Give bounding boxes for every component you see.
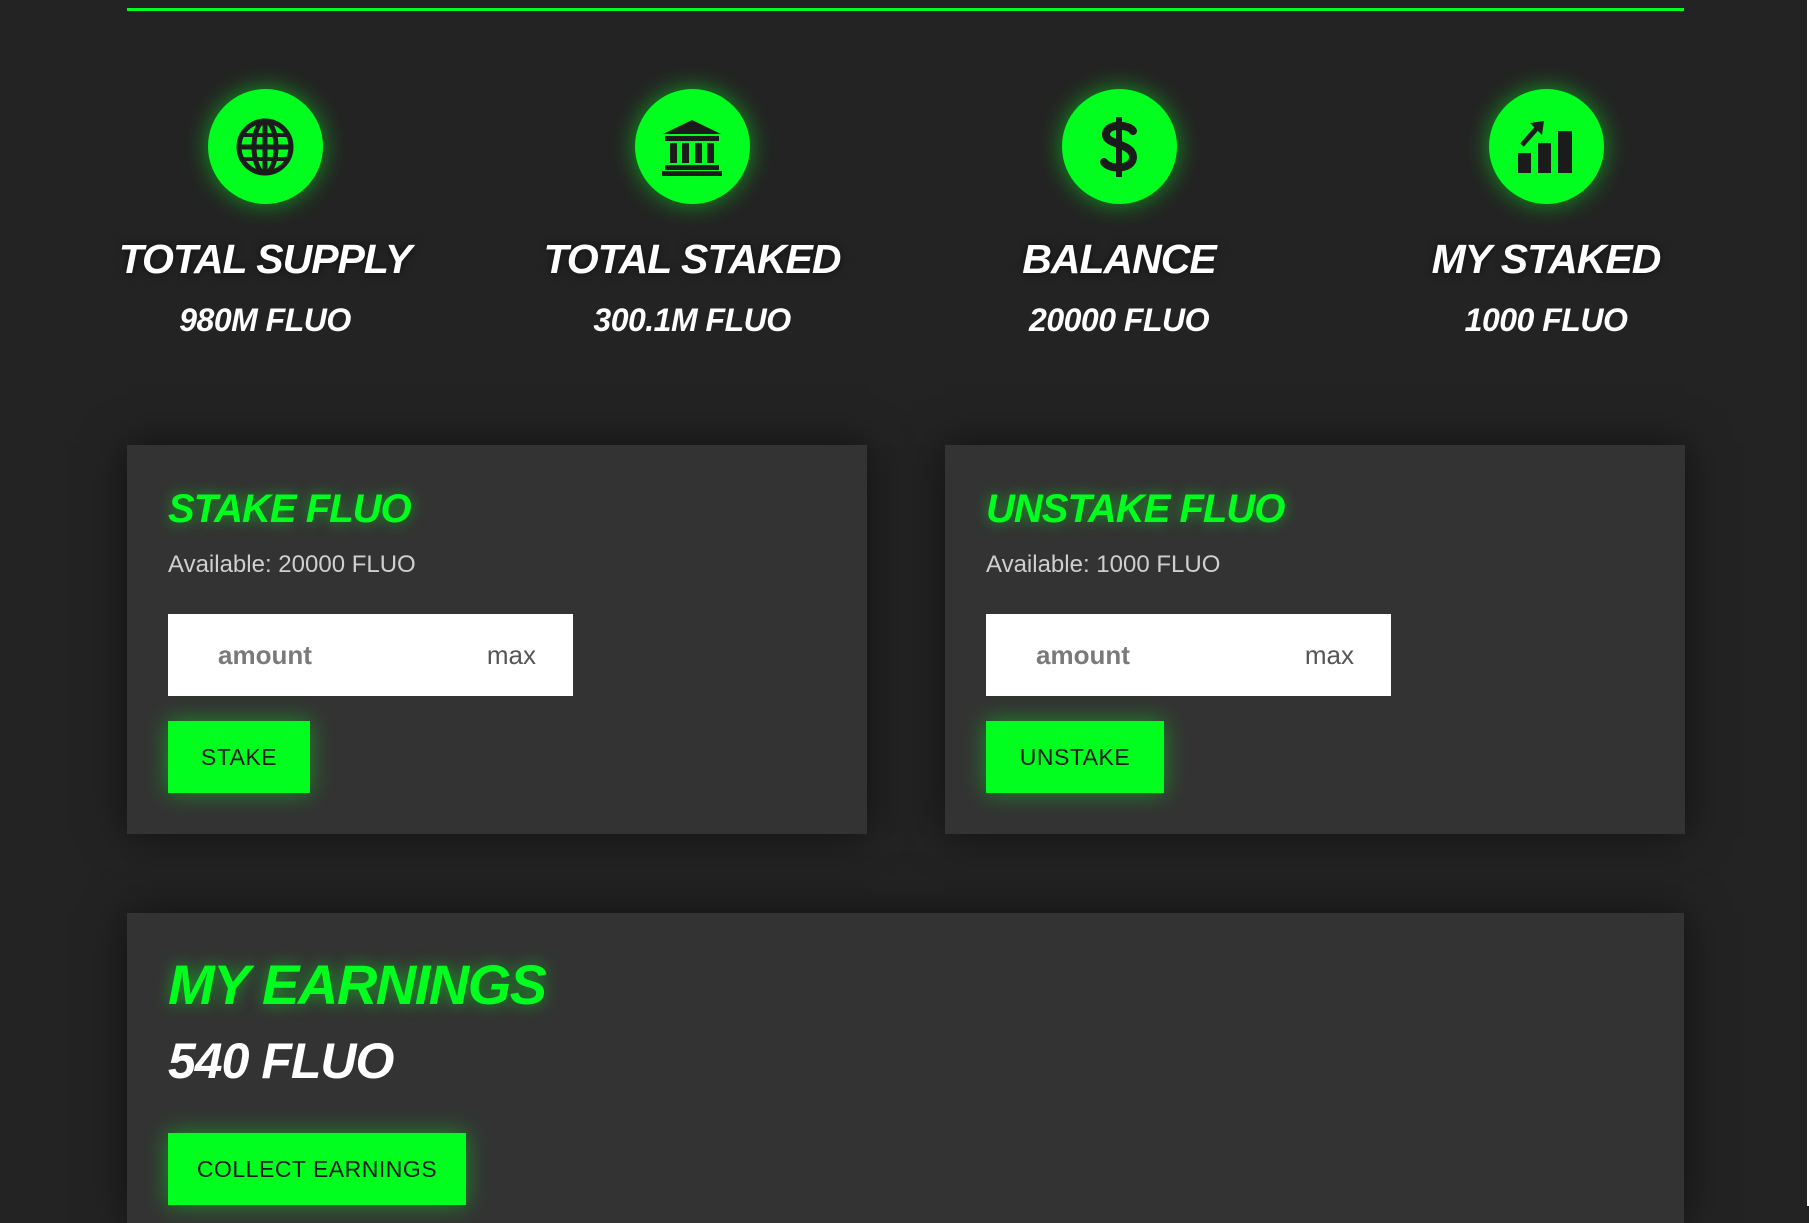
stat-value: 1000 FLUO — [1464, 302, 1628, 338]
stat-total-supply: TOTAL SUPPLY 980M FLUO — [85, 89, 445, 336]
collect-earnings-button[interactable]: COLLECT EARNINGS — [168, 1133, 466, 1205]
stat-label: BALANCE — [1022, 236, 1216, 282]
unstake-amount-input[interactable] — [1036, 639, 1276, 671]
stake-available: Available: 20000 FLUO — [168, 551, 416, 578]
stat-label: TOTAL STAKED — [543, 236, 841, 282]
unstake-amount-field: max — [986, 614, 1391, 696]
stat-balance: BALANCE 20000 FLUO — [939, 89, 1299, 336]
stat-label: TOTAL SUPPLY — [118, 236, 413, 282]
earnings-panel: MY EARNINGS 540 FLUO COLLECT EARNINGS — [127, 913, 1684, 1223]
header-divider — [127, 8, 1684, 11]
stake-panel: STAKE FLUO Available: 20000 FLUO max STA… — [127, 445, 867, 834]
unstake-available: Available: 1000 FLUO — [986, 551, 1221, 578]
chart-icon — [1488, 89, 1604, 204]
stake-title: STAKE FLUO — [168, 487, 412, 531]
stat-value: 300.1M FLUO — [593, 302, 791, 338]
stake-max-button[interactable]: max — [487, 614, 536, 696]
stat-label: MY STAKED — [1431, 236, 1662, 282]
stat-my-staked: MY STAKED 1000 FLUO — [1366, 89, 1726, 336]
unstake-title: UNSTAKE FLUO — [986, 487, 1285, 531]
bank-icon — [634, 89, 750, 204]
stake-amount-field: max — [168, 614, 573, 696]
stat-total-staked: TOTAL STAKED 300.1M FLUO — [512, 89, 872, 336]
earnings-title: MY EARNINGS — [168, 953, 547, 1016]
unstake-max-button[interactable]: max — [1305, 614, 1354, 696]
stat-value: 980M FLUO — [179, 302, 351, 338]
unstake-button[interactable]: UNSTAKE — [986, 721, 1164, 793]
stake-button[interactable]: STAKE — [168, 721, 310, 793]
globe-icon — [207, 89, 323, 204]
stat-value: 20000 FLUO — [1029, 302, 1209, 338]
dollar-icon — [1061, 89, 1177, 204]
stake-amount-input[interactable] — [218, 639, 458, 671]
earnings-value: 540 FLUO — [168, 1033, 394, 1089]
unstake-panel: UNSTAKE FLUO Available: 1000 FLUO max UN… — [945, 445, 1685, 834]
